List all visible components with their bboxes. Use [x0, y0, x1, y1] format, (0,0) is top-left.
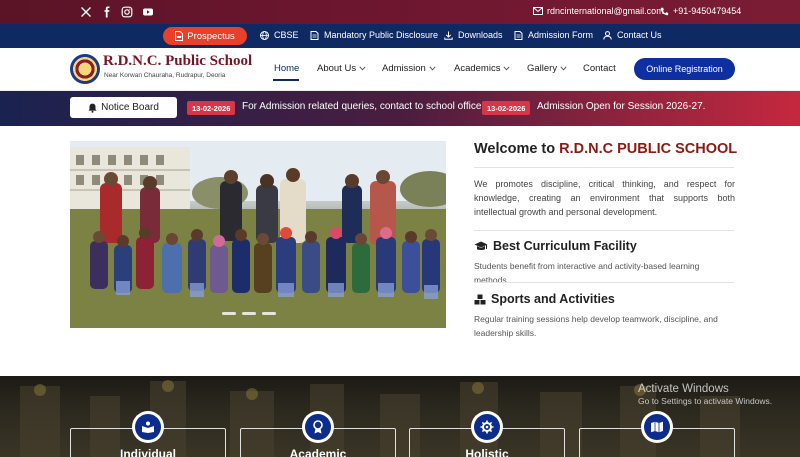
welcome-school-name: R.D.N.C PUBLIC SCHOOL: [559, 141, 738, 157]
main-header: R.D.N.C. Public School Near Korwan Chaur…: [0, 48, 800, 91]
phone-icon: [660, 7, 669, 15]
divider: [474, 282, 734, 283]
nav-academics-label: Academics: [454, 63, 501, 74]
download-icon: [444, 31, 453, 40]
feature-title-sports: Sports and Activities: [474, 292, 615, 306]
facebook-icon[interactable]: [101, 6, 113, 18]
slider-dot[interactable]: [262, 312, 276, 315]
highlight-card-icon: [302, 411, 334, 443]
globe-icon: [260, 30, 269, 40]
secondary-nav: Prospectus CBSE Mandatory Public Disclos…: [0, 24, 800, 48]
file-pdf-icon: [175, 31, 184, 41]
subnav-downloads[interactable]: Downloads: [444, 30, 503, 40]
nav-home-label: Home: [274, 63, 300, 74]
graduation-cap-icon: [474, 241, 488, 250]
notice-board-button[interactable]: Notice Board: [70, 97, 177, 118]
subnav-downloads-label: Downloads: [458, 30, 503, 40]
notice-board-label: Notice Board: [101, 102, 159, 113]
nav-academics[interactable]: Academics: [454, 63, 511, 74]
slider-dots: [222, 312, 276, 315]
watermark-title: Activate Windows: [638, 383, 729, 395]
subnav-contact-label: Contact Us: [617, 30, 662, 40]
school-children-photo: [70, 141, 446, 328]
chevron-down-icon: [429, 66, 436, 71]
subnav-disclosure-label: Mandatory Public Disclosure: [324, 30, 439, 40]
highlight-card-title: Academic: [289, 447, 347, 457]
subnav-disclosure[interactable]: Mandatory Public Disclosure: [310, 30, 438, 40]
book-reader-icon: [142, 421, 154, 433]
subnav-cbse-label: CBSE: [274, 30, 299, 40]
nav-admission-label: Admission: [382, 63, 426, 74]
phone-contact[interactable]: +91-9450479454: [660, 6, 741, 16]
slider-dot[interactable]: [242, 312, 256, 315]
subnav-admission-form-label: Admission Form: [528, 30, 594, 40]
school-address: Near Korwan Chauraha, Rudrapur, Deoria: [104, 72, 226, 79]
file-icon: [514, 30, 523, 40]
nav-home[interactable]: Home: [274, 63, 299, 74]
divider: [474, 230, 734, 231]
chevron-down-icon: [503, 66, 511, 71]
nav-about-label: About Us: [317, 63, 357, 74]
highlight-card-title: Individual: [119, 447, 176, 457]
hero-slider-image[interactable]: [70, 141, 446, 328]
online-registration-button[interactable]: Online Registration: [634, 58, 735, 80]
prospectus-button[interactable]: Prospectus: [163, 27, 247, 45]
feature-description: Regular training sessions help develop t…: [474, 314, 718, 338]
nav-about[interactable]: About Us: [317, 63, 366, 74]
chevron-down-icon: [359, 66, 366, 71]
highlight-card-icon: [471, 411, 503, 443]
document-icon: [310, 30, 319, 40]
subnav-contact[interactable]: Contact Us: [603, 30, 662, 40]
envelope-icon: [533, 7, 543, 15]
welcome-prefix: Welcome to: [474, 141, 556, 157]
subnav-cbse[interactable]: CBSE: [260, 30, 299, 40]
nav-contact-label: Contact: [583, 63, 616, 74]
prospectus-label: Prospectus: [187, 30, 235, 42]
notice-date-tag: 13-02-2026: [187, 101, 236, 115]
gear-icon: [480, 420, 494, 434]
windows-activation-watermark: Activate Windows Go to Settings to activ…: [638, 383, 772, 406]
nav-gallery-label: Gallery: [527, 63, 558, 74]
feature-title-text: Sports and Activities: [491, 292, 615, 306]
online-registration-label: Online Registration: [646, 64, 723, 74]
map-icon: [651, 421, 663, 433]
highlight-card-icon: [641, 411, 673, 443]
notice-date-tag: 13-02-2026: [482, 101, 531, 115]
nav-contact[interactable]: Contact: [583, 63, 616, 74]
active-nav-indicator: [273, 79, 299, 81]
slider-dot[interactable]: [222, 312, 236, 315]
instagram-icon[interactable]: [121, 6, 133, 18]
welcome-description: We promotes discipline, critical thinkin…: [474, 179, 735, 217]
nav-gallery[interactable]: Gallery: [527, 63, 567, 74]
welcome-heading: Welcome to R.D.N.C PUBLIC SCHOOL: [474, 141, 737, 157]
highlight-card-icon: [132, 411, 164, 443]
school-name[interactable]: R.D.N.C. Public School: [103, 53, 252, 70]
highlight-card-title: Holistic: [465, 447, 509, 457]
watermark-subtitle: Go to Settings to activate Windows.: [638, 396, 773, 406]
email-text: rdncinternational@gmail.com: [547, 6, 664, 16]
subnav-admission-form[interactable]: Admission Form: [514, 30, 593, 40]
divider: [474, 167, 734, 168]
nav-admission[interactable]: Admission: [382, 63, 436, 74]
chevron-down-icon: [560, 66, 567, 71]
cubes-icon: [474, 294, 486, 304]
award-icon: [313, 420, 323, 434]
phone-text: +91-9450479454: [673, 6, 742, 16]
bell-icon: [88, 103, 97, 113]
notice-text[interactable]: Admission Open for Session 2026-27.: [537, 101, 705, 112]
top-bar: rdncinternational@gmail.com +91-94504794…: [0, 0, 800, 24]
notice-strip: Notice Board 13-02-2026 For Admission re…: [0, 91, 800, 126]
school-logo[interactable]: [70, 54, 100, 84]
x-icon[interactable]: [80, 6, 92, 18]
feature-title-curriculum: Best Curriculum Facility: [474, 239, 637, 253]
user-icon: [603, 30, 612, 40]
feature-title-text: Best Curriculum Facility: [493, 239, 637, 253]
email-contact[interactable]: rdncinternational@gmail.com: [533, 6, 664, 16]
notice-text[interactable]: For Admission related queries, contact t…: [242, 101, 484, 112]
youtube-icon[interactable]: [142, 6, 154, 18]
